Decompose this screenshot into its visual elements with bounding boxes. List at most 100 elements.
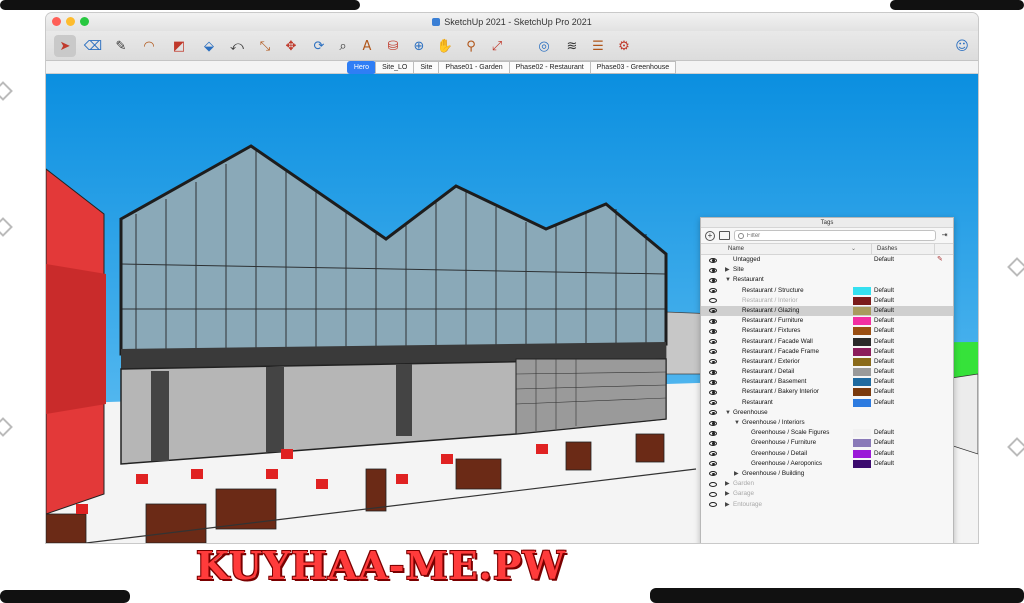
orbit-button[interactable]: ⊕ (408, 35, 430, 57)
disclosure-closed-icon[interactable]: ▶ (725, 479, 730, 489)
disclosure-closed-icon[interactable]: ▶ (734, 469, 739, 479)
extension-warehouse-button[interactable]: ≋ (561, 35, 583, 57)
tag-row[interactable]: Restaurant / Basement Default (701, 377, 953, 387)
tag-row[interactable]: Restaurant / Facade Wall Default (701, 337, 953, 347)
tag-row[interactable]: Restaurant / Facade Frame Default (701, 347, 953, 357)
close-window-button[interactable] (52, 17, 61, 26)
tag-row[interactable]: ▶ Greenhouse / Building (701, 469, 953, 479)
tag-row[interactable]: Untagged Default ✎ (701, 255, 953, 265)
tag-row[interactable]: Greenhouse / Scale Figures Default (701, 428, 953, 438)
eye-icon[interactable] (709, 349, 717, 355)
disclosure-open-icon[interactable]: ▼ (734, 418, 740, 428)
tag-dash-style[interactable]: Default (874, 398, 894, 408)
tag-color-swatch[interactable] (853, 347, 871, 356)
tag-dash-style[interactable]: Default (874, 357, 894, 367)
tag-color-swatch[interactable] (853, 459, 871, 468)
move-button[interactable]: ✥ (280, 35, 302, 57)
eye-icon[interactable] (709, 430, 717, 436)
line-tool-button[interactable]: ✎ (110, 35, 132, 57)
tag-row[interactable]: Restaurant / Exterior Default (701, 357, 953, 367)
tag-row[interactable]: Greenhouse / Furniture Default (701, 438, 953, 448)
tags-filter-input[interactable] (746, 232, 935, 239)
tag-dash-style[interactable]: Default (874, 337, 894, 347)
eye-icon[interactable] (709, 328, 717, 334)
tag-row[interactable]: ▶ Garden (701, 479, 953, 489)
tag-color-swatch[interactable] (853, 317, 871, 326)
eye-icon[interactable] (709, 369, 717, 375)
tag-dash-style[interactable]: Default (874, 306, 894, 316)
zoom-window-button[interactable] (80, 17, 89, 26)
tag-color-swatch[interactable] (853, 327, 871, 336)
eye-icon[interactable] (709, 389, 717, 395)
dashes-column-header[interactable]: Dashes (877, 246, 897, 252)
tag-color-swatch[interactable] (853, 286, 871, 295)
tag-color-swatch[interactable] (853, 449, 871, 458)
scene-tab[interactable]: Phase03 - Greenhouse (589, 60, 677, 74)
scene-tab[interactable]: Site (413, 60, 440, 74)
disclosure-open-icon[interactable]: ▼ (725, 275, 731, 285)
add-tag-button[interactable]: + (705, 230, 715, 241)
eye-closed-icon[interactable] (709, 502, 717, 507)
tag-color-swatch[interactable] (853, 306, 871, 315)
sort-chevron-icon[interactable]: ⌄ (851, 245, 856, 252)
tag-row[interactable]: Restaurant / Bakery Interior Default (701, 387, 953, 397)
tag-row[interactable]: Restaurant / Glazing Default (701, 305, 953, 317)
eye-icon[interactable] (709, 461, 717, 467)
eye-icon[interactable] (709, 451, 717, 457)
tags-details-icon[interactable]: ⇥ (940, 231, 949, 240)
add-tag-folder-button[interactable] (719, 231, 730, 240)
eye-icon[interactable] (709, 379, 717, 385)
tag-dash-style[interactable]: Default (874, 255, 894, 265)
tag-dash-style[interactable]: Default (874, 377, 894, 387)
eye-icon[interactable] (709, 420, 717, 426)
disclosure-open-icon[interactable]: ▼ (725, 408, 731, 418)
zoom-button[interactable]: ⚲ (460, 35, 482, 57)
rectangle-tool-button[interactable]: ◩ (168, 35, 190, 57)
tag-row[interactable]: Restaurant / Interior Default (701, 296, 953, 306)
eye-closed-icon[interactable] (709, 481, 717, 487)
tag-row[interactable]: Restaurant Default (701, 398, 953, 408)
tag-row[interactable]: Greenhouse / Aeroponics Default (701, 459, 953, 469)
scale-button[interactable]: ⤡ (254, 35, 276, 57)
tag-dash-style[interactable]: Default (874, 459, 894, 469)
scene-tab[interactable]: Hero (346, 60, 377, 74)
arc-tool-button[interactable]: ◠ (138, 35, 160, 57)
tag-row[interactable]: ▶ Garage (701, 489, 953, 499)
eye-icon[interactable] (709, 400, 717, 406)
tag-dash-style[interactable]: Default (874, 449, 894, 459)
tag-dash-style[interactable]: Default (874, 316, 894, 326)
model-viewport[interactable]: Tags + ⇥ Name ⌄ Dashes Un (46, 74, 978, 543)
tag-row[interactable]: Restaurant / Detail Default (701, 367, 953, 377)
tag-row[interactable]: Restaurant / Structure Default (701, 286, 953, 296)
tag-color-swatch[interactable] (853, 439, 871, 448)
name-column-header[interactable]: Name (728, 246, 744, 252)
tag-dash-style[interactable]: Default (874, 296, 894, 306)
extensions-button[interactable]: ⚙ (613, 35, 635, 57)
pan-button[interactable]: ✋ (434, 35, 456, 57)
minimize-window-button[interactable] (66, 17, 75, 26)
rotate-button[interactable]: ⟳ (308, 35, 330, 57)
eye-closed-icon[interactable] (709, 298, 717, 304)
tag-dash-style[interactable]: Default (874, 347, 894, 357)
scene-tab[interactable]: Phase01 - Garden (438, 60, 510, 74)
disclosure-closed-icon[interactable]: ▶ (725, 265, 730, 275)
disclosure-closed-icon[interactable]: ▶ (725, 500, 730, 510)
eye-icon[interactable] (709, 471, 717, 477)
tag-color-swatch[interactable] (853, 378, 871, 387)
tag-color-swatch[interactable] (853, 337, 871, 346)
select-tool-button[interactable]: ➤ (54, 35, 76, 57)
tag-dash-style[interactable]: Default (874, 286, 894, 296)
offset-button[interactable]: ⤺ (226, 35, 248, 57)
eye-icon[interactable] (709, 257, 717, 263)
eye-icon[interactable] (709, 410, 717, 416)
eye-icon[interactable] (709, 339, 717, 344)
tag-color-swatch[interactable] (853, 388, 871, 397)
tag-row[interactable]: ▼ Greenhouse / Interiors (701, 418, 953, 428)
layers-button[interactable]: ☰ (587, 35, 609, 57)
tape-measure-button[interactable]: ⌕ (332, 35, 354, 57)
tag-row[interactable]: Restaurant / Furniture Default (701, 316, 953, 326)
scene-tab[interactable]: Phase02 - Restaurant (508, 60, 591, 74)
tag-dash-style[interactable]: Default (874, 387, 894, 397)
eraser-tool-button[interactable]: ⌫ (82, 35, 104, 57)
eye-icon[interactable] (709, 288, 717, 294)
